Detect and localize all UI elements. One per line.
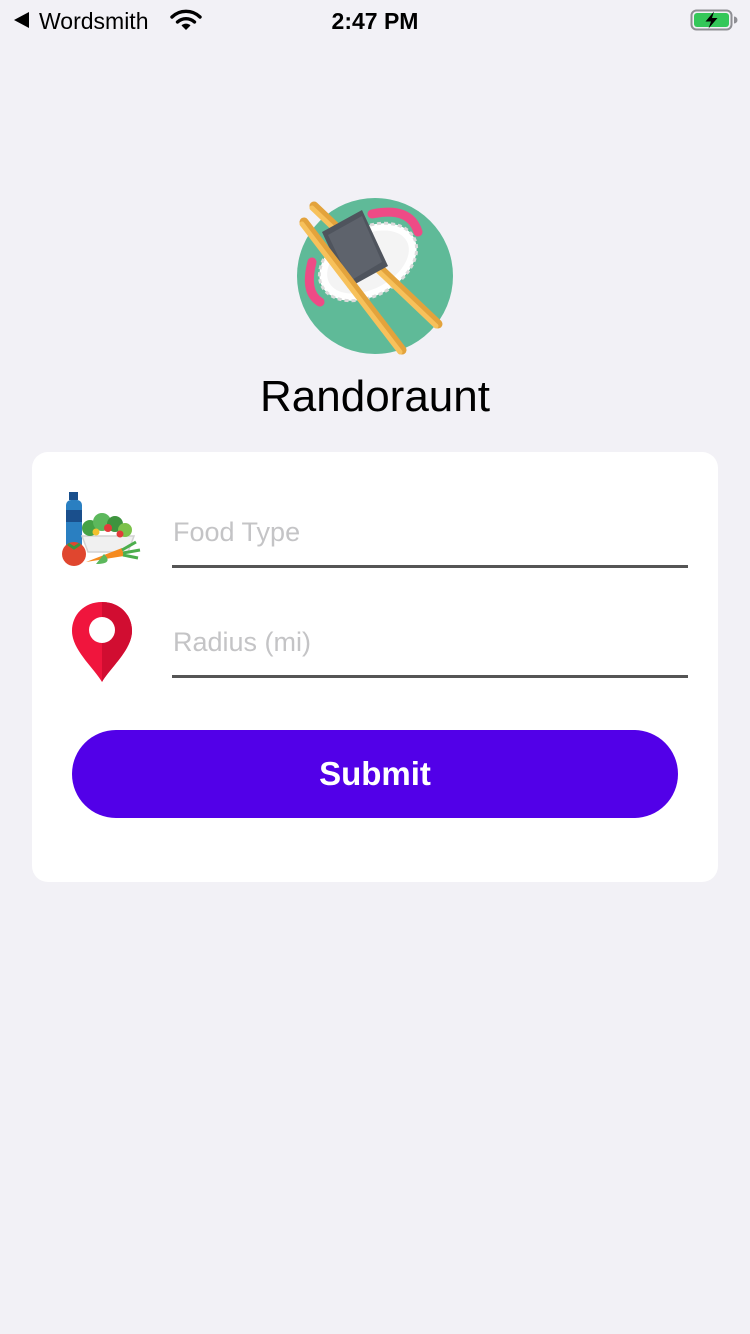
groceries-icon [62,492,141,566]
status-bar: Wordsmith 2:47 PM [0,0,750,40]
food-type-input[interactable] [172,504,688,568]
radius-row [32,602,718,702]
sushi-chopsticks-logo [297,198,453,355]
search-form-card: Submit [32,452,718,882]
radius-input[interactable] [172,614,688,678]
food-type-row [32,492,718,592]
location-pin-icon [72,602,132,682]
app-title: Randoraunt [260,372,490,421]
battery-charging-icon [690,9,738,31]
status-time: 2:47 PM [331,8,419,34]
submit-button[interactable]: Submit [72,730,678,818]
